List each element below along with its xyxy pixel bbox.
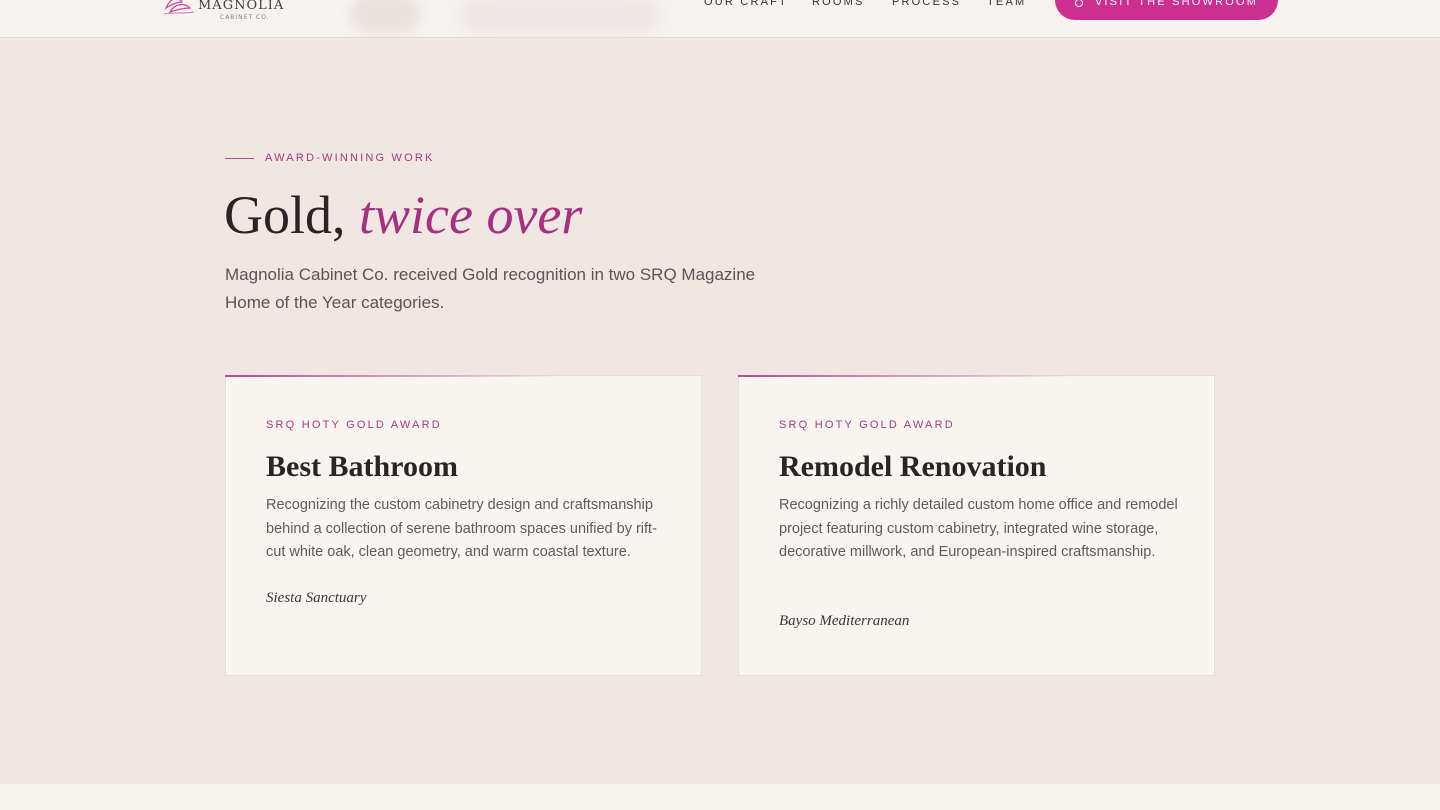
- next-section-edge: [0, 784, 1440, 810]
- header-backdrop-blur: [460, 0, 660, 34]
- visit-showroom-button[interactable]: VISIT THE SHOWROOM: [1055, 0, 1278, 20]
- award-title: Remodel Renovation: [779, 450, 1047, 483]
- award-label: SRQ HOTY GOLD AWARD: [779, 419, 955, 431]
- section-lead: Magnolia Cabinet Co. received Gold recog…: [225, 265, 756, 312]
- award-project-name: Bayso Mediterranean: [779, 613, 910, 629]
- card-accent-rule: [738, 375, 1078, 377]
- nav-team[interactable]: TEAM: [987, 0, 1026, 8]
- site-header: MAGNOLIA CABINET CO. OUR CRAFT ROOMS PRO…: [0, 0, 1440, 38]
- title-plain: Gold,: [224, 185, 346, 245]
- award-description: Recognizing a richly detailed custom hom…: [779, 497, 1178, 561]
- logo-wordmark: MAGNOLIA: [198, 0, 285, 13]
- visit-showroom-label: VISIT THE SHOWROOM: [1094, 0, 1259, 8]
- magnolia-flower-icon: [163, 0, 195, 15]
- nav-our-craft[interactable]: OUR CRAFT: [704, 0, 788, 8]
- award-title: Best Bathroom: [266, 450, 458, 483]
- section-eyebrow: AWARD-WINNING WORK: [225, 152, 435, 164]
- eyebrow-text: AWARD-WINNING WORK: [265, 152, 435, 164]
- award-card: SRQ HOTY GOLD AWARD Best Bathroom Recogn…: [225, 375, 702, 676]
- award-description: Recognizing the custom cabinetry design …: [266, 497, 657, 561]
- title-accent: twice over: [359, 185, 583, 245]
- eyebrow-rule: [225, 157, 254, 159]
- award-label: SRQ HOTY GOLD AWARD: [266, 419, 442, 431]
- nav-process[interactable]: PROCESS: [892, 0, 961, 8]
- card-accent-rule: [225, 375, 565, 377]
- nav-rooms[interactable]: ROOMS: [812, 0, 865, 8]
- pin-icon: [1074, 0, 1083, 7]
- section-title: Gold, twice over: [224, 184, 582, 246]
- award-card: SRQ HOTY GOLD AWARD Remodel Renovation R…: [738, 375, 1215, 676]
- header-backdrop-blur: [350, 0, 420, 34]
- award-project-name: Siesta Sanctuary: [266, 590, 367, 606]
- logo-subtitle: CABINET CO.: [220, 14, 270, 21]
